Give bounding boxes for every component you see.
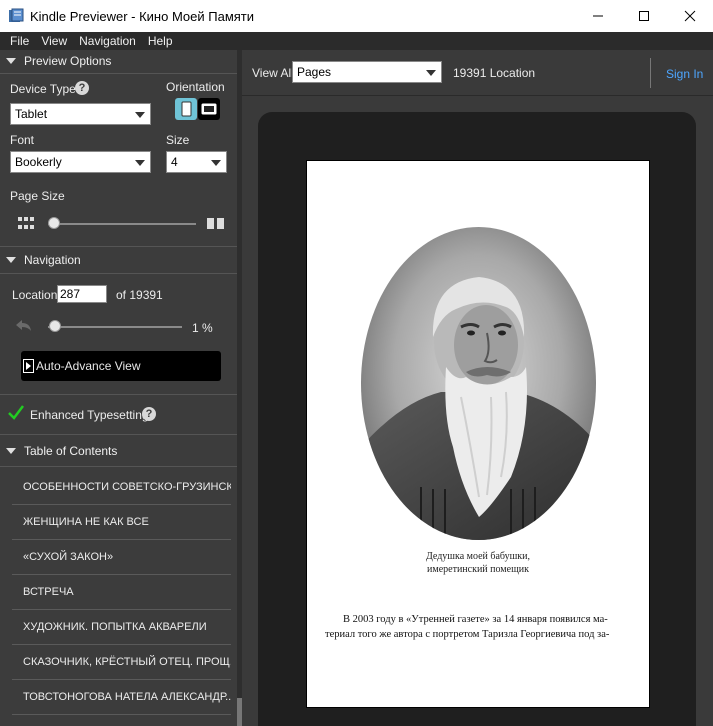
divider [0,434,237,435]
title-bar: Kindle Previewer - Кино Моей Памяти [0,0,713,32]
image-caption-line-2: имеретинский помещик [427,564,529,575]
bearded-man-portrait [361,227,596,540]
font-size-value: 4 [171,155,178,169]
menu-navigation[interactable]: Navigation [73,34,142,48]
help-icon[interactable]: ? [142,407,156,421]
toc-title: Table of Contents [24,444,118,458]
kindle-app-icon [9,8,24,22]
help-icon[interactable]: ? [75,81,89,95]
minimize-button[interactable] [575,0,621,32]
view-mode-value: Pages [297,65,332,79]
portrait-device-icon [181,101,192,117]
collapse-triangle-icon [6,58,16,64]
grid-large-icon[interactable] [207,217,225,230]
font-label: Font [10,133,35,147]
auto-advance-button[interactable]: Auto-Advance View [21,351,221,381]
orientation-label: Orientation [166,80,225,94]
chevron-down-icon [211,160,221,166]
landscape-orientation-button[interactable] [198,98,220,120]
location-count: 19391 Location [453,66,536,80]
page-size-label: Page Size [10,189,65,203]
maximize-button[interactable] [621,0,667,32]
font-value: Bookerly [15,155,62,169]
location-label: Location [12,288,58,302]
portrait-image [361,227,596,540]
divider [0,73,237,74]
chevron-down-icon [426,70,436,76]
page-text-line-2: териал того же автора с портретом Таризл… [325,629,610,640]
play-icon [23,359,34,373]
toc-header[interactable]: Table of Contents [0,440,237,462]
back-arrow-icon[interactable] [14,318,34,334]
image-caption-line-1: Дедушка моей бабушки, [425,551,531,562]
collapse-triangle-icon [6,257,16,263]
toolbar-separator [650,58,651,88]
page-size-slider-knob[interactable] [48,217,60,229]
chevron-down-icon [135,112,145,118]
grid-small-icon[interactable] [18,217,34,231]
location-total: of 19391 [116,288,163,302]
progress-percent: 1 % [192,321,213,335]
toc-item[interactable]: ТОВСТОНОГОВА НАТЕЛА АЛЕКСАНДР... [12,680,231,715]
enhanced-typesetting-label: Enhanced Typesetting [30,408,149,422]
toc-item[interactable]: «СУХОЙ ЗАКОН» [12,540,231,575]
reading-progress-track[interactable] [48,326,182,328]
close-button[interactable] [667,0,713,32]
toc-item[interactable]: ОСОБЕННОСТИ СОВЕТСКО-ГРУЗИНСК... [12,470,231,505]
chevron-down-icon [135,160,145,166]
minimize-icon [593,15,603,17]
view-all-label[interactable]: View All [252,66,294,80]
preview-options-title: Preview Options [24,54,112,68]
maximize-icon [639,11,649,21]
location-input[interactable]: 287 [57,285,107,303]
window-title: Kindle Previewer - Кино Моей Памяти [30,8,255,24]
menu-view[interactable]: View [35,34,73,48]
portrait-orientation-button[interactable] [175,98,197,120]
menu-file[interactable]: File [4,34,35,48]
size-label: Size [166,133,190,147]
font-size-select[interactable]: 4 [166,151,227,173]
close-icon [684,10,696,22]
collapse-triangle-icon [6,448,16,454]
sign-in-link[interactable]: Sign In [666,67,703,81]
divider [0,273,237,274]
preview-options-header[interactable]: Preview Options [0,50,237,72]
divider [0,246,237,247]
toc-item[interactable]: ВСТРЕЧА [12,575,231,610]
device-type-select[interactable]: Tablet [10,103,151,125]
device-type-value: Tablet [15,107,48,121]
toc-item[interactable]: ЖЕНЩИНА НЕ КАК ВСЕ [12,505,231,540]
toc-item[interactable]: ХУДОЖНИК. ПОПЫТКА АКВАРЕЛИ [12,610,231,645]
page-size-slider-track[interactable] [48,223,196,225]
landscape-device-icon [201,103,217,115]
navigation-title: Navigation [24,253,81,267]
divider [0,394,237,395]
menu-help[interactable]: Help [142,34,179,48]
device-type-label: Device Type [10,82,76,96]
menu-bar: File View Navigation Help [0,32,713,50]
toc-item[interactable]: СКАЗОЧНИК, КРЁСТНЫЙ ОТЕЦ. ПРОЩ... [12,645,231,680]
view-mode-select[interactable]: Pages [292,61,442,83]
divider [0,466,237,467]
navigation-header[interactable]: Navigation [0,249,237,271]
checkmark-icon [8,405,24,420]
page-text-line-1: В 2003 году в «Утренней газете» за 14 ян… [343,614,608,625]
font-select[interactable]: Bookerly [10,151,151,173]
auto-advance-label: Auto-Advance View [36,359,141,373]
